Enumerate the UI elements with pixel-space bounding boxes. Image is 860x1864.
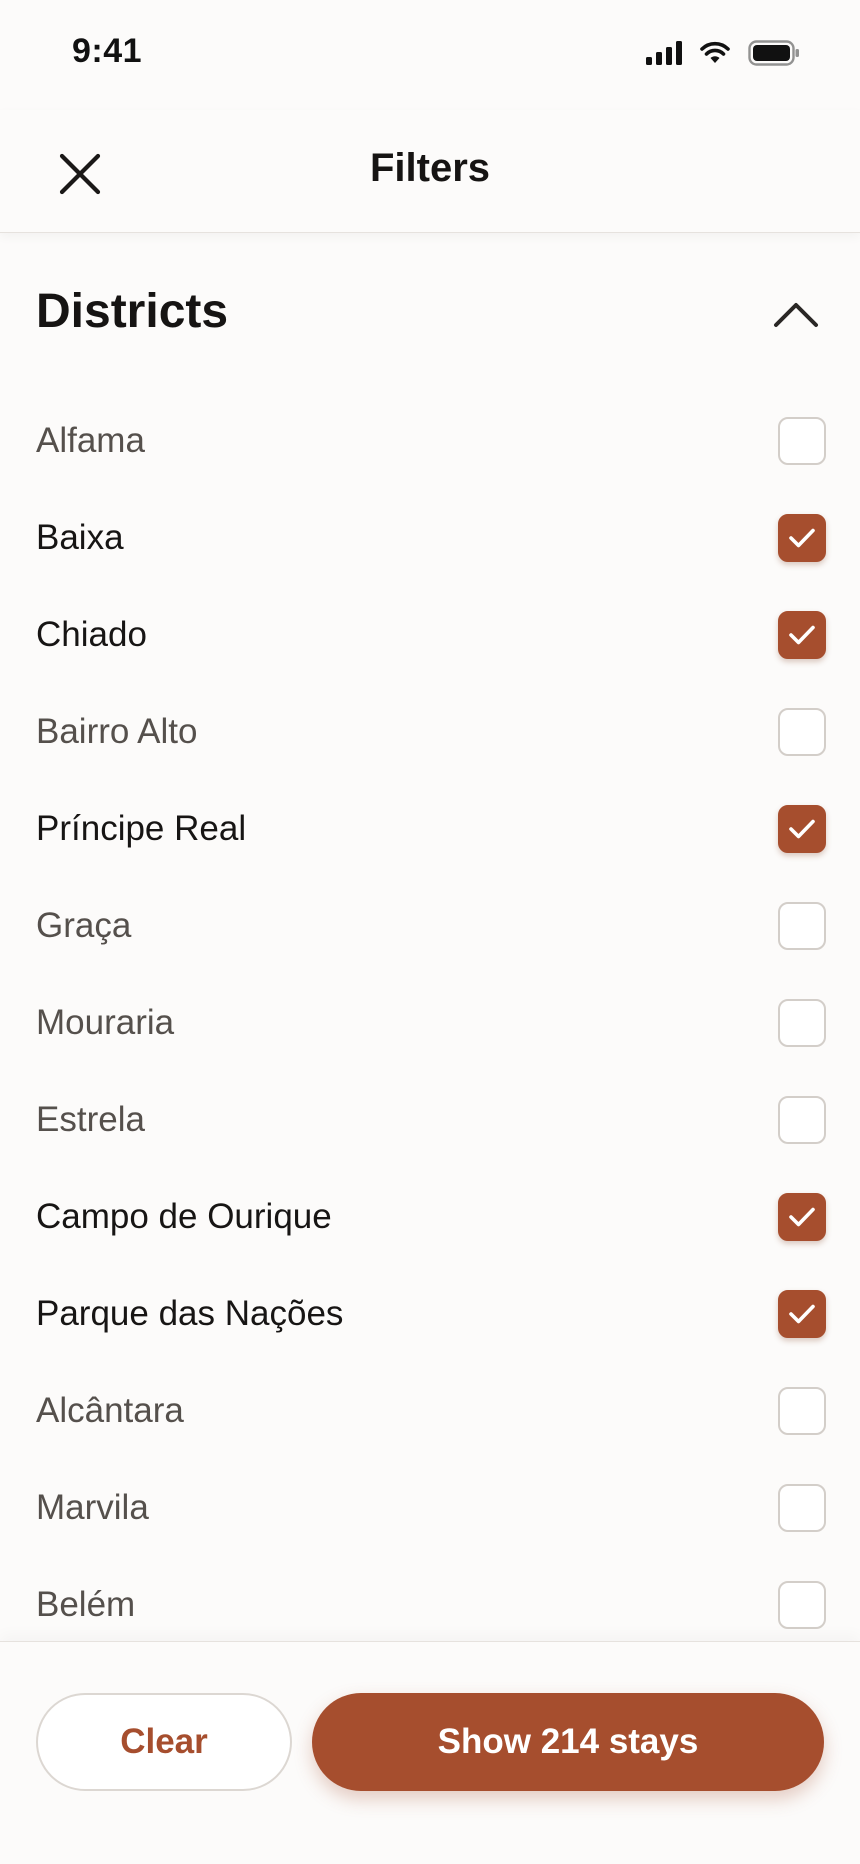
nav-bar: Filters	[0, 110, 860, 233]
district-row[interactable]: Baixa	[36, 489, 826, 586]
district-row[interactable]: Estrela	[36, 1071, 826, 1168]
district-row[interactable]: Mouraria	[36, 974, 826, 1071]
district-label: Baixa	[36, 517, 124, 557]
district-row[interactable]: Parque das Nações	[36, 1265, 826, 1362]
district-checkbox[interactable]	[778, 804, 826, 853]
section-title: Districts	[36, 285, 229, 338]
district-checkbox[interactable]	[778, 513, 826, 562]
status-time: 9:41	[72, 32, 143, 70]
district-row[interactable]: Belém	[36, 1556, 826, 1653]
battery-icon	[748, 39, 800, 71]
check-icon	[789, 528, 815, 547]
district-label: Campo de Ourique	[36, 1196, 332, 1236]
chevron-up-icon	[774, 303, 818, 327]
district-label: Marvila	[36, 1487, 149, 1527]
district-label: Belém	[36, 1584, 136, 1624]
district-row[interactable]: Chiado	[36, 586, 826, 683]
check-icon	[789, 819, 815, 838]
districts-section-header[interactable]: Districts	[36, 280, 826, 350]
collapse-button[interactable]	[766, 286, 826, 342]
district-checkbox[interactable]	[778, 1386, 826, 1435]
district-label: Alfama	[36, 420, 145, 460]
district-row[interactable]: Alfama	[36, 392, 826, 489]
district-label: Mouraria	[36, 1002, 175, 1042]
district-checkbox[interactable]	[778, 1192, 826, 1241]
district-checkbox[interactable]	[778, 1580, 826, 1629]
district-row[interactable]: Bairro Alto	[36, 683, 826, 780]
status-icons	[646, 39, 800, 71]
district-label: Estrela	[36, 1099, 145, 1139]
district-label: Chiado	[36, 614, 147, 654]
filters-screen: 9:41 Filters Districts Alfama Baixa Chia…	[0, 0, 860, 1864]
district-label: Príncipe Real	[36, 808, 247, 848]
district-list: Alfama Baixa Chiado Bairro Alto Príncipe Rea…	[36, 392, 826, 1653]
check-icon	[789, 625, 815, 644]
district-checkbox[interactable]	[778, 1289, 826, 1338]
district-row[interactable]: Campo de Ourique	[36, 1168, 826, 1265]
footer-actions: Clear Show 214 stays	[0, 1641, 860, 1864]
district-checkbox[interactable]	[778, 1483, 826, 1532]
district-label: Parque das Nações	[36, 1293, 344, 1333]
wifi-icon	[700, 41, 730, 70]
district-label: Alcântara	[36, 1390, 184, 1430]
check-icon	[789, 1207, 815, 1226]
district-label: Graça	[36, 905, 132, 945]
district-row[interactable]: Príncipe Real	[36, 780, 826, 877]
district-checkbox[interactable]	[778, 707, 826, 756]
district-row[interactable]: Graça	[36, 877, 826, 974]
district-row[interactable]: Marvila	[36, 1459, 826, 1556]
district-checkbox[interactable]	[778, 998, 826, 1047]
signal-icon	[646, 40, 682, 70]
status-bar: 9:41	[0, 0, 860, 110]
district-checkbox[interactable]	[778, 901, 826, 950]
show-results-button[interactable]: Show 214 stays	[312, 1693, 824, 1791]
clear-button[interactable]: Clear	[36, 1693, 292, 1791]
district-checkbox[interactable]	[778, 416, 826, 465]
page-title: Filters	[369, 146, 491, 190]
district-label: Bairro Alto	[36, 711, 198, 751]
district-row[interactable]: Alcântara	[36, 1362, 826, 1459]
check-icon	[789, 1304, 815, 1323]
district-checkbox[interactable]	[778, 610, 826, 659]
district-checkbox[interactable]	[778, 1095, 826, 1144]
